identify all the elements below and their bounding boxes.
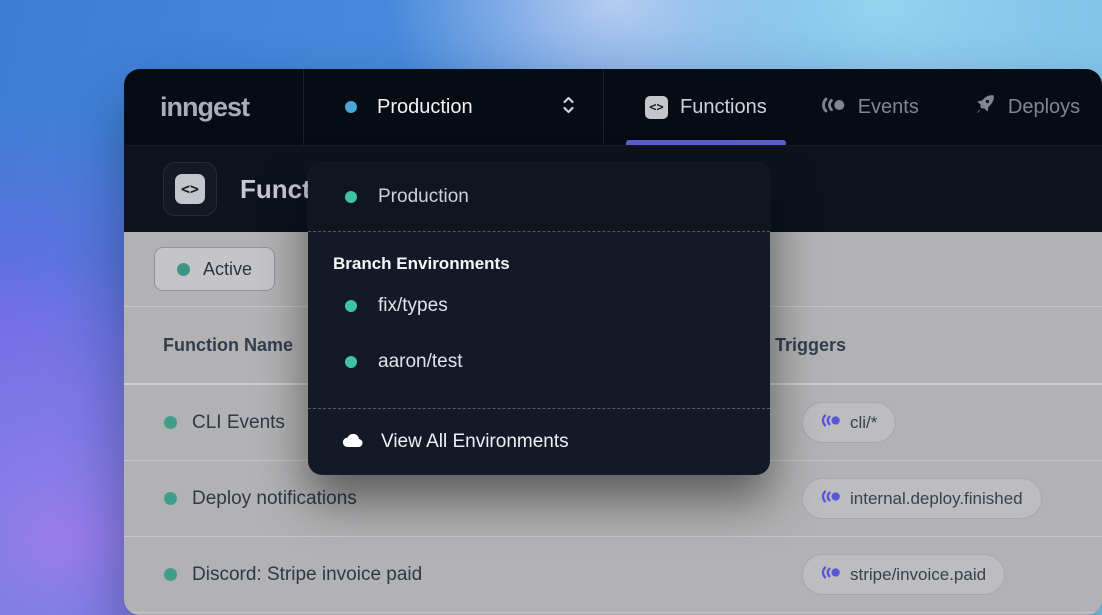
environment-status-dot [345, 356, 357, 368]
environment-status-dot [345, 191, 357, 203]
branch-name: fix/types [378, 295, 448, 317]
code-icon: <> [645, 96, 668, 119]
logo-container: inngest [124, 69, 304, 145]
function-name: Discord: Stripe invoice paid [192, 564, 422, 586]
environment-status-dot [345, 300, 357, 312]
environment-status-dot [345, 101, 357, 113]
function-status-dot [164, 568, 177, 581]
environment-dropdown: Production Branch Environments fix/types… [308, 163, 770, 475]
tab-events[interactable]: Events [802, 69, 938, 145]
event-stream-icon [821, 414, 841, 432]
trigger-name: stripe/invoice.paid [850, 565, 986, 585]
environment-selector-label: Production [377, 96, 473, 119]
event-stream-icon [821, 490, 841, 508]
trigger-badge: cli/* [802, 402, 896, 443]
active-status-dot [177, 263, 190, 276]
active-filter-button[interactable]: Active [154, 247, 275, 291]
trigger-name: cli/* [850, 413, 877, 433]
trigger-badge: stripe/invoice.paid [802, 554, 1005, 595]
page-icon-box: <> [163, 162, 217, 216]
function-name: CLI Events [192, 412, 285, 434]
dropdown-item-production[interactable]: Production [308, 163, 770, 232]
column-header-triggers: Triggers [775, 335, 1102, 356]
active-filter-label: Active [203, 259, 252, 280]
function-name: Deploy notifications [192, 488, 357, 510]
branch-environments-section: Branch Environments fix/types aaron/test [308, 232, 770, 409]
event-stream-icon [821, 97, 846, 118]
branch-environments-title: Branch Environments [333, 254, 770, 274]
trigger-name: internal.deploy.finished [850, 489, 1023, 509]
nav-tabs: <> Functions Events [610, 69, 1099, 145]
cloud-icon [341, 431, 365, 453]
dropdown-item-branch[interactable]: fix/types [308, 278, 770, 334]
trigger-badge: internal.deploy.finished [802, 478, 1042, 519]
event-stream-icon [821, 566, 841, 584]
tab-deploys[interactable]: Deploys [954, 69, 1099, 145]
dropdown-item-branch[interactable]: aaron/test [308, 334, 770, 390]
top-navbar: inngest Production <> Functions [124, 69, 1102, 145]
function-status-dot [164, 416, 177, 429]
dropdown-production-label: Production [378, 186, 469, 208]
inngest-logo[interactable]: inngest [160, 92, 249, 123]
tab-events-label: Events [858, 96, 919, 119]
function-status-dot [164, 492, 177, 505]
chevron-up-down-icon [560, 94, 577, 121]
environment-selector[interactable]: Production [304, 69, 604, 145]
view-all-environments-item[interactable]: View All Environments [308, 409, 770, 475]
branch-name: aaron/test [378, 351, 463, 373]
table-row[interactable]: Discord: Stripe invoice paid stripe/invo… [124, 537, 1102, 613]
rocket-icon [973, 93, 996, 121]
view-all-environments-label: View All Environments [381, 431, 569, 453]
tab-functions-label: Functions [680, 96, 767, 119]
tab-deploys-label: Deploys [1008, 96, 1080, 119]
code-icon: <> [175, 174, 205, 204]
tab-functions[interactable]: <> Functions [626, 69, 786, 145]
